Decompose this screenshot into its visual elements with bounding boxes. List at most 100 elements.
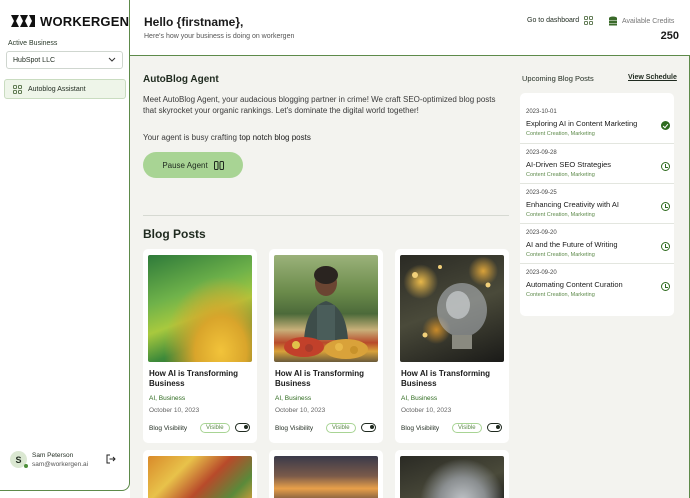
available-credits: Available Credits (608, 16, 674, 26)
visibility-badge: Visible (326, 423, 356, 433)
visibility-toggle[interactable] (487, 423, 502, 432)
divider (520, 263, 674, 264)
upcoming-post-category: Content Creation, Marketing (526, 131, 595, 137)
sunset-sky-image (274, 456, 378, 498)
blog-post-date: October 10, 2023 (275, 407, 326, 414)
sidebar-item-autoblog-assistant[interactable]: Autoblog Assistant (4, 79, 126, 99)
upcoming-post-date: 2023-10-01 (526, 109, 557, 115)
vendor-illustration (284, 266, 368, 359)
business-select[interactable]: HubSpot LLC (6, 51, 123, 69)
blog-post-title: How AI is Transforming Business (401, 369, 491, 388)
upcoming-post-name: AI-Driven SEO Strategies (526, 160, 612, 169)
blog-post-category: AI, Business (401, 395, 438, 402)
blog-post-title: How AI is Transforming Business (275, 369, 365, 388)
upcoming-post-category: Content Creation, Marketing (526, 172, 595, 178)
pause-agent-button[interactable]: Pause Agent (143, 152, 243, 178)
lightbulb-illustration (412, 265, 491, 349)
market-vendor-photo (274, 255, 378, 362)
upcoming-post-item[interactable]: 2023-09-20 Automating Content Curation C… (526, 270, 670, 298)
business-select-value: HubSpot LLC (13, 56, 56, 64)
visibility-badge: Visible (200, 423, 230, 433)
blog-post-date: October 10, 2023 (401, 407, 452, 414)
view-schedule-link[interactable]: View Schedule (628, 74, 677, 81)
divider (520, 183, 674, 184)
sidebar: WORKERGEN Active Business HubSpot LLC Au… (0, 0, 130, 491)
upcoming-post-date: 2023-09-20 (526, 270, 557, 276)
blog-post-card[interactable]: How AI is Transforming Business AI, Busi… (395, 249, 509, 443)
clock-icon (661, 282, 670, 291)
top-header: Hello {firstname}, Here's how your busin… (130, 0, 690, 56)
upcoming-posts-panel: 2023-10-01 Exploring AI in Content Marke… (520, 93, 674, 316)
agent-description: Meet AutoBlog Agent, your audacious blog… (143, 95, 496, 115)
upcoming-post-date: 2023-09-28 (526, 150, 557, 156)
upcoming-posts-title: Upcoming Blog Posts (522, 74, 594, 83)
blog-post-card[interactable]: How AI is Transforming Business AI, Busi… (143, 249, 257, 443)
upcoming-post-name: Automating Content Curation (526, 280, 623, 289)
credits-label: Available Credits (622, 17, 675, 25)
pause-agent-label: Pause Agent (162, 160, 208, 170)
clock-icon (661, 202, 670, 211)
clock-icon (661, 162, 670, 171)
blog-post-category: AI, Business (149, 395, 186, 402)
upcoming-post-date: 2023-09-25 (526, 190, 557, 196)
lightbulb-photo (400, 456, 504, 498)
greeting-subtitle: Here's how your business is doing on wor… (144, 33, 295, 40)
user-profile: S Sam Peterson sam@workergen.ai (10, 451, 122, 468)
blog-post-card[interactable] (143, 450, 257, 498)
blog-visibility-label: Blog Visibility (149, 425, 188, 432)
blog-post-category: AI, Business (275, 395, 312, 402)
agent-status-highlight: top notch blog posts (239, 133, 311, 142)
logout-icon[interactable] (106, 454, 116, 464)
clock-icon (661, 242, 670, 251)
avatar[interactable]: S (10, 451, 28, 468)
blog-post-card[interactable]: How AI is Transforming Business AI, Busi… (269, 249, 383, 443)
pause-icon (213, 160, 224, 170)
colorful-painting-image (148, 456, 252, 498)
go-to-dashboard-link[interactable]: Go to dashboard (527, 16, 594, 25)
blog-post-card[interactable] (269, 450, 383, 498)
active-business-label: Active Business (8, 40, 58, 47)
upcoming-post-item[interactable]: 2023-09-28 AI-Driven SEO Strategies Cont… (526, 150, 670, 178)
visibility-badge: Visible (452, 423, 482, 433)
agent-title: AutoBlog Agent (143, 74, 219, 85)
user-name: Sam Peterson (32, 451, 74, 459)
upcoming-post-name: AI and the Future of Writing (526, 240, 618, 249)
grid-icon (584, 16, 594, 25)
green-abstract-image (148, 255, 252, 362)
sidebar-item-label: Autoblog Assistant (28, 85, 86, 93)
visibility-toggle[interactable] (361, 423, 376, 432)
workergen-logo-icon (11, 15, 35, 27)
blog-post-title: How AI is Transforming Business (149, 369, 239, 388)
blog-posts-title: Blog Posts (143, 227, 206, 241)
greeting-title: Hello {firstname}, (144, 15, 244, 29)
user-email: sam@workergen.ai (32, 460, 89, 468)
blog-visibility-label: Blog Visibility (401, 425, 440, 432)
upcoming-post-name: Enhancing Creativity with AI (526, 200, 619, 209)
upcoming-post-item[interactable]: 2023-09-25 Enhancing Creativity with AI … (526, 190, 670, 218)
upcoming-post-item[interactable]: 2023-10-01 Exploring AI in Content Marke… (526, 109, 670, 137)
upcoming-post-category: Content Creation, Marketing (526, 252, 595, 258)
blog-visibility-label: Blog Visibility (275, 425, 314, 432)
check-circle-icon (661, 121, 670, 130)
upcoming-post-name: Exploring AI in Content Marketing (526, 119, 638, 128)
brand-logo[interactable]: WORKERGEN (10, 13, 129, 29)
upcoming-post-item[interactable]: 2023-09-20 AI and the Future of Writing … (526, 230, 670, 258)
coins-icon (609, 16, 617, 26)
grid-icon (13, 84, 22, 94)
upcoming-post-date: 2023-09-20 (526, 230, 557, 236)
chevron-down-icon (108, 57, 116, 62)
main-content: AutoBlog Agent Meet AutoBlog Agent, your… (130, 56, 690, 498)
upcoming-post-category: Content Creation, Marketing (526, 212, 595, 218)
visibility-toggle[interactable] (235, 423, 250, 432)
blog-post-date: October 10, 2023 (149, 407, 200, 414)
upcoming-post-category: Content Creation, Marketing (526, 292, 595, 298)
lightbulb-photo (400, 255, 504, 362)
dashboard-link-label: Go to dashboard (527, 17, 580, 24)
credits-value: 250 (660, 30, 679, 42)
agent-status-prefix: Your agent is busy crafting (143, 133, 240, 142)
divider (520, 223, 674, 224)
agent-status: Your agent is busy crafting top notch bl… (143, 133, 311, 142)
brand-name: WORKERGEN (40, 13, 130, 29)
section-divider (143, 215, 509, 216)
blog-post-card[interactable] (395, 450, 509, 498)
